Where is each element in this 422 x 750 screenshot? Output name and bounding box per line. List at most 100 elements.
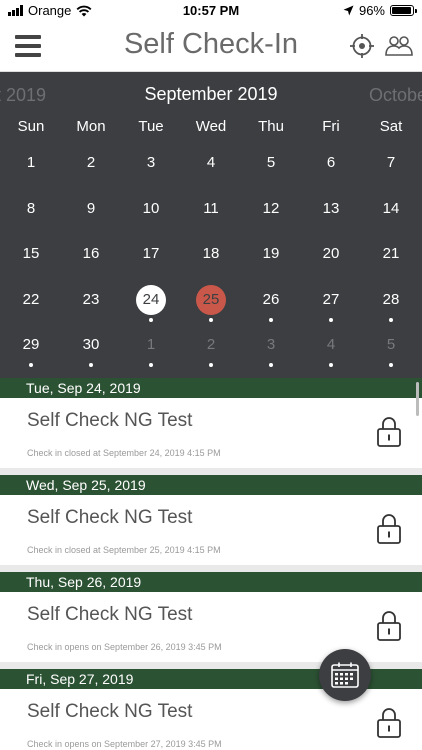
lock-icon (376, 415, 402, 447)
lock-icon (376, 609, 402, 641)
event-dot (149, 363, 153, 367)
calendar-day[interactable]: 11 (181, 194, 241, 234)
weekday-wed: Wed (195, 118, 227, 135)
crosshair-locate-icon[interactable] (349, 33, 375, 59)
calendar-day-number: 5 (386, 336, 396, 353)
calendar-day-number: 12 (262, 199, 280, 217)
calendar-day-number: 2 (86, 154, 96, 171)
calendar-day[interactable]: 20 (301, 239, 361, 279)
calendar-day[interactable]: 10 (121, 194, 181, 234)
next-month-label[interactable]: Octobe (369, 85, 422, 106)
calendar-day[interactable]: 15 (1, 239, 61, 279)
calendar: t 2019 September 2019 Octobe Sun Mon Tue We… (0, 72, 422, 378)
calendar-day-number: 4 (206, 154, 216, 171)
calendar-day[interactable]: 6 (301, 148, 361, 188)
calendar-day[interactable]: 12 (241, 194, 301, 234)
calendar-day[interactable]: 5 (241, 148, 301, 188)
location-arrow-icon (343, 5, 354, 16)
calendar-day-number: 1 (146, 336, 156, 353)
lock-icon (376, 706, 402, 738)
calendar-day[interactable]: 3 (121, 148, 181, 188)
calendar-day-number: 22 (22, 290, 40, 308)
event-status: Check in opens on September 26, 2019 3:4… (27, 642, 222, 652)
calendar-day-number: 3 (266, 336, 276, 353)
app-header: Self Check-In (0, 22, 422, 72)
calendar-fab-button[interactable] (319, 649, 371, 701)
calendar-day[interactable]: 30 (61, 330, 121, 370)
event-name: Self Check NG Test (27, 410, 193, 431)
calendar-day[interactable]: 16 (61, 239, 121, 279)
event-card[interactable]: Self Check NG Test Check in opens on Sept… (0, 592, 422, 662)
calendar-day[interactable]: 9 (61, 194, 121, 234)
calendar-day[interactable]: 14 (361, 194, 421, 234)
status-right: 96% (343, 3, 417, 18)
event-name: Self Check NG Test (27, 701, 193, 722)
calendar-day-number: 21 (382, 245, 400, 262)
calendar-day-number: 30 (82, 336, 100, 353)
calendar-day-number: 23 (82, 290, 100, 308)
calendar-day-number: 16 (82, 245, 100, 262)
event-dot (149, 317, 153, 322)
date-section-header: Tue, Sep 24, 2019 (0, 378, 422, 398)
calendar-day[interactable]: 4 (181, 148, 241, 188)
calendar-day[interactable]: 19 (241, 239, 301, 279)
event-status: Check in closed at September 24, 2019 4:… (27, 448, 221, 458)
weekday-mon: Mon (76, 118, 106, 135)
calendar-day-number: 14 (382, 199, 400, 217)
event-card[interactable]: Self Check NG Test Check in opens on Sept… (0, 689, 422, 750)
battery-percent: 96% (358, 3, 385, 18)
weekday-thu: Thu (258, 118, 284, 135)
calendar-day-number: 2 (206, 336, 216, 353)
calendar-day-number: 19 (262, 245, 280, 262)
group-people-icon[interactable] (385, 33, 413, 59)
current-month-label: September 2019 (144, 84, 278, 104)
calendar-day[interactable]: 2 (181, 330, 241, 370)
calendar-day[interactable]: 29 (1, 330, 61, 370)
calendar-day-number: 10 (142, 199, 160, 217)
calendar-day-number: 28 (382, 290, 400, 308)
event-name: Self Check NG Test (27, 604, 193, 625)
battery-fill (392, 7, 412, 14)
calendar-day-number: 27 (322, 290, 340, 308)
calendar-day[interactable]: 23 (61, 285, 121, 325)
event-card[interactable]: Self Check NG Test Check in closed at Sep… (0, 398, 422, 468)
event-dot (89, 363, 93, 367)
event-dot (389, 317, 393, 322)
scrollbar-thumb[interactable] (416, 382, 419, 416)
event-status: Check in closed at September 25, 2019 4:… (27, 545, 221, 555)
calendar-day[interactable]: 4 (301, 330, 361, 370)
calendar-day-number: 7 (386, 154, 396, 171)
calendar-day[interactable]: 13 (301, 194, 361, 234)
calendar-day[interactable]: 22 (1, 285, 61, 325)
status-bar: Orange 10:57 PM 96% (0, 0, 422, 22)
event-dot (209, 317, 213, 322)
event-status: Check in opens on September 27, 2019 3:4… (27, 739, 222, 749)
calendar-day-number: 4 (326, 336, 336, 353)
calendar-day[interactable]: 8 (1, 194, 61, 234)
calendar-day-number: 5 (266, 154, 276, 171)
calendar-day[interactable]: 24 (121, 284, 181, 325)
calendar-day[interactable]: 25 (181, 284, 241, 325)
weekday-sun: Sun (17, 118, 45, 135)
calendar-day[interactable]: 7 (361, 148, 421, 188)
calendar-day-number: 8 (26, 199, 36, 217)
calendar-day[interactable]: 26 (241, 285, 301, 325)
event-card[interactable]: Self Check NG Test Check in closed at Sep… (0, 495, 422, 565)
calendar-day[interactable]: 5 (361, 330, 421, 370)
weekday-sat: Sat (379, 118, 403, 135)
calendar-day-number: 6 (326, 154, 336, 171)
calendar-day[interactable]: 28 (361, 285, 421, 325)
calendar-day[interactable]: 17 (121, 239, 181, 279)
calendar-day[interactable]: 2 (61, 148, 121, 188)
calendar-day[interactable]: 27 (301, 285, 361, 325)
calendar-day[interactable]: 1 (1, 148, 61, 188)
calendar-day[interactable]: 3 (241, 330, 301, 370)
event-dot (209, 363, 213, 367)
calendar-day-number: 3 (146, 154, 156, 171)
event-dot (329, 363, 333, 367)
month-carousel[interactable]: t 2019 September 2019 Octobe (0, 72, 422, 116)
lock-icon (376, 512, 402, 544)
calendar-day[interactable]: 21 (361, 239, 421, 279)
calendar-day[interactable]: 18 (181, 239, 241, 279)
calendar-day[interactable]: 1 (121, 330, 181, 370)
